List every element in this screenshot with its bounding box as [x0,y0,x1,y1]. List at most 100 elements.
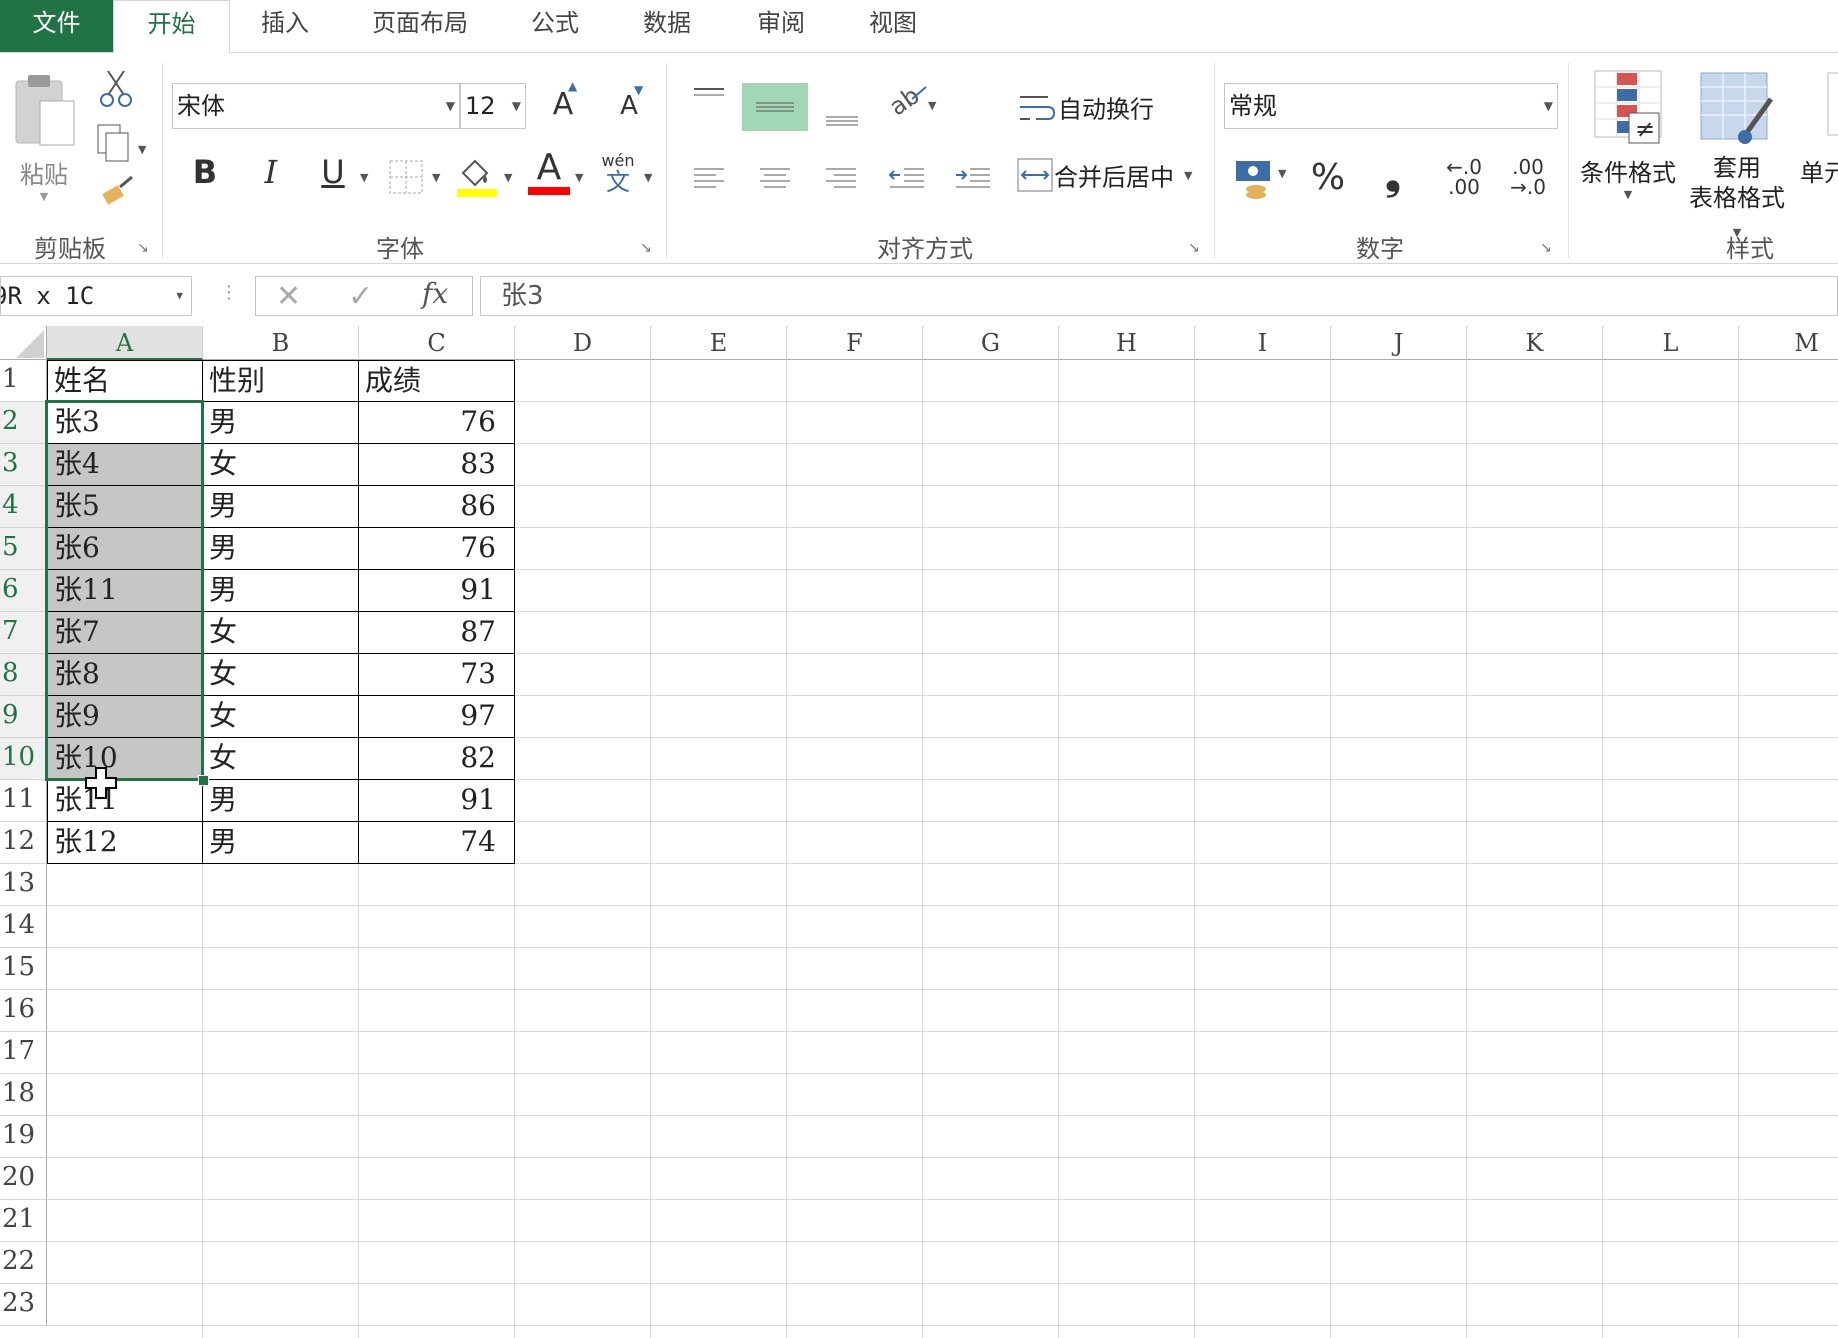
cell-a2[interactable]: 张3 [47,402,203,444]
column-header-i[interactable]: I [1195,326,1331,360]
accounting-format-icon[interactable]: ▼ [1234,157,1294,201]
bold-button[interactable]: B [190,153,220,191]
row-header-4[interactable]: 4 [0,486,47,528]
shrink-font-button[interactable]: A ▼ [612,83,646,121]
cell-a1[interactable]: 姓名 [47,360,203,402]
cell-a3[interactable]: 张4 [47,444,203,486]
fill-handle[interactable] [198,775,209,786]
border-icon[interactable] [388,159,424,195]
fill-color-icon[interactable] [455,153,499,197]
cell-b10[interactable]: 女 [203,738,359,780]
decrease-indent-icon[interactable] [886,163,926,193]
cell-c7[interactable]: 87 [359,612,515,654]
row-header-18[interactable]: 18 [0,1074,47,1116]
column-header-l[interactable]: L [1603,326,1739,360]
cell-c10[interactable]: 82 [359,738,515,780]
clipboard-launcher-icon[interactable]: ↘ [137,241,151,255]
font-size-box[interactable]: 12 ▼ [460,83,526,129]
row-header-20[interactable]: 20 [0,1158,47,1200]
row-header-7[interactable]: 7 [0,612,47,654]
tab-home[interactable]: 开始 [113,0,230,54]
tab-review[interactable]: 审阅 [736,0,826,52]
cell-a6[interactable]: 张11 [47,570,203,612]
row-header-9[interactable]: 9 [0,696,47,738]
copy-icon[interactable]: ▼ [96,123,152,163]
spreadsheet-grid[interactable]: ABCDEFGHIJKLM 1 2 3 4 5 6 7 8 9 10 11 12 13 14 15 16 17 1… [0,326,1838,1338]
cell-b7[interactable]: 女 [203,612,359,654]
format-as-table-button[interactable]: 套用 表格格式 ▼ [1682,69,1792,248]
cell-a4[interactable]: 张5 [47,486,203,528]
font-name-box[interactable]: 宋体 ▼ [172,83,460,129]
tab-page-layout[interactable]: 页面布局 [360,0,480,52]
cell-c3[interactable]: 83 [359,444,515,486]
underline-button[interactable]: U [318,153,348,191]
tab-formulas[interactable]: 公式 [510,0,600,52]
row-header-15[interactable]: 15 [0,948,47,990]
decrease-decimal-button[interactable]: .00 →.0 [1504,157,1552,197]
cell-a5[interactable]: 张6 [47,528,203,570]
row-header-22[interactable]: 22 [0,1242,47,1284]
merge-center-button[interactable]: 合并后居中 ▼ [1016,157,1192,197]
font-color-button[interactable]: A [528,149,570,197]
name-box[interactable]: 9R x 1C ▼ [0,276,192,316]
row-header-6[interactable]: 6 [0,570,47,612]
font-color-dropdown-icon[interactable]: ▼ [575,171,583,184]
increase-decimal-button[interactable]: ←.0 .00 [1440,157,1488,197]
tab-insert[interactable]: 插入 [240,0,330,52]
cell-a7[interactable]: 张7 [47,612,203,654]
cell-b6[interactable]: 男 [203,570,359,612]
column-header-e[interactable]: E [651,326,787,360]
border-dropdown-icon[interactable]: ▼ [432,171,440,184]
orientation-icon[interactable]: ab ▼ [884,81,944,125]
row-header-16[interactable]: 16 [0,990,47,1032]
fill-color-dropdown-icon[interactable]: ▼ [504,171,512,184]
phonetic-dropdown-icon[interactable]: ▼ [644,171,652,184]
formula-input[interactable]: 张3 [480,276,1838,316]
cell-b9[interactable]: 女 [203,696,359,738]
comma-style-button[interactable]: ❟ [1378,153,1408,199]
align-middle-button[interactable] [742,83,808,131]
column-header-j[interactable]: J [1331,326,1467,360]
cell-c11[interactable]: 91 [359,780,515,822]
cell-c9[interactable]: 97 [359,696,515,738]
column-header-c[interactable]: C [359,326,515,360]
column-header-k[interactable]: K [1467,326,1603,360]
row-header-1[interactable]: 1 [0,360,47,402]
row-header-2[interactable]: 2 [0,402,47,444]
cell-b3[interactable]: 女 [203,444,359,486]
column-header-m[interactable]: M [1739,326,1838,360]
align-left-icon[interactable] [690,163,728,193]
number-format-box[interactable]: 常规 ▼ [1224,83,1558,129]
cell-b4[interactable]: 男 [203,486,359,528]
paste-button[interactable]: 粘贴 ▼ [10,71,78,203]
tab-data[interactable]: 数据 [622,0,712,52]
row-header-3[interactable]: 3 [0,444,47,486]
insert-function-button[interactable]: fx [422,277,448,310]
row-header-19[interactable]: 19 [0,1116,47,1158]
align-top-icon[interactable] [690,83,728,113]
select-all-button[interactable] [0,326,47,360]
cell-a10[interactable]: 张10 [47,738,203,780]
row-header-13[interactable]: 13 [0,864,47,906]
cell-b11[interactable]: 男 [203,780,359,822]
row-header-8[interactable]: 8 [0,654,47,696]
column-header-a[interactable]: A [47,326,203,360]
cell-a9[interactable]: 张9 [47,696,203,738]
cell-a11[interactable]: 张11 [47,780,203,822]
row-header-12[interactable]: 12 [0,822,47,864]
cell-c2[interactable]: 76 [359,402,515,444]
cell-a12[interactable]: 张12 [47,822,203,864]
column-header-h[interactable]: H [1059,326,1195,360]
row-header-23[interactable]: 23 [0,1284,47,1326]
cell-c1[interactable]: 成绩 [359,360,515,402]
row-header-11[interactable]: 11 [0,780,47,822]
row-header-21[interactable]: 21 [0,1200,47,1242]
underline-dropdown-icon[interactable]: ▼ [360,171,368,184]
column-header-b[interactable]: B [203,326,359,360]
phonetic-button[interactable]: wén 文 [600,153,636,196]
increase-indent-icon[interactable] [952,163,992,193]
cell-c12[interactable]: 74 [359,822,515,864]
align-right-icon[interactable] [822,163,860,193]
percent-button[interactable]: % [1310,157,1346,198]
cell-b5[interactable]: 男 [203,528,359,570]
